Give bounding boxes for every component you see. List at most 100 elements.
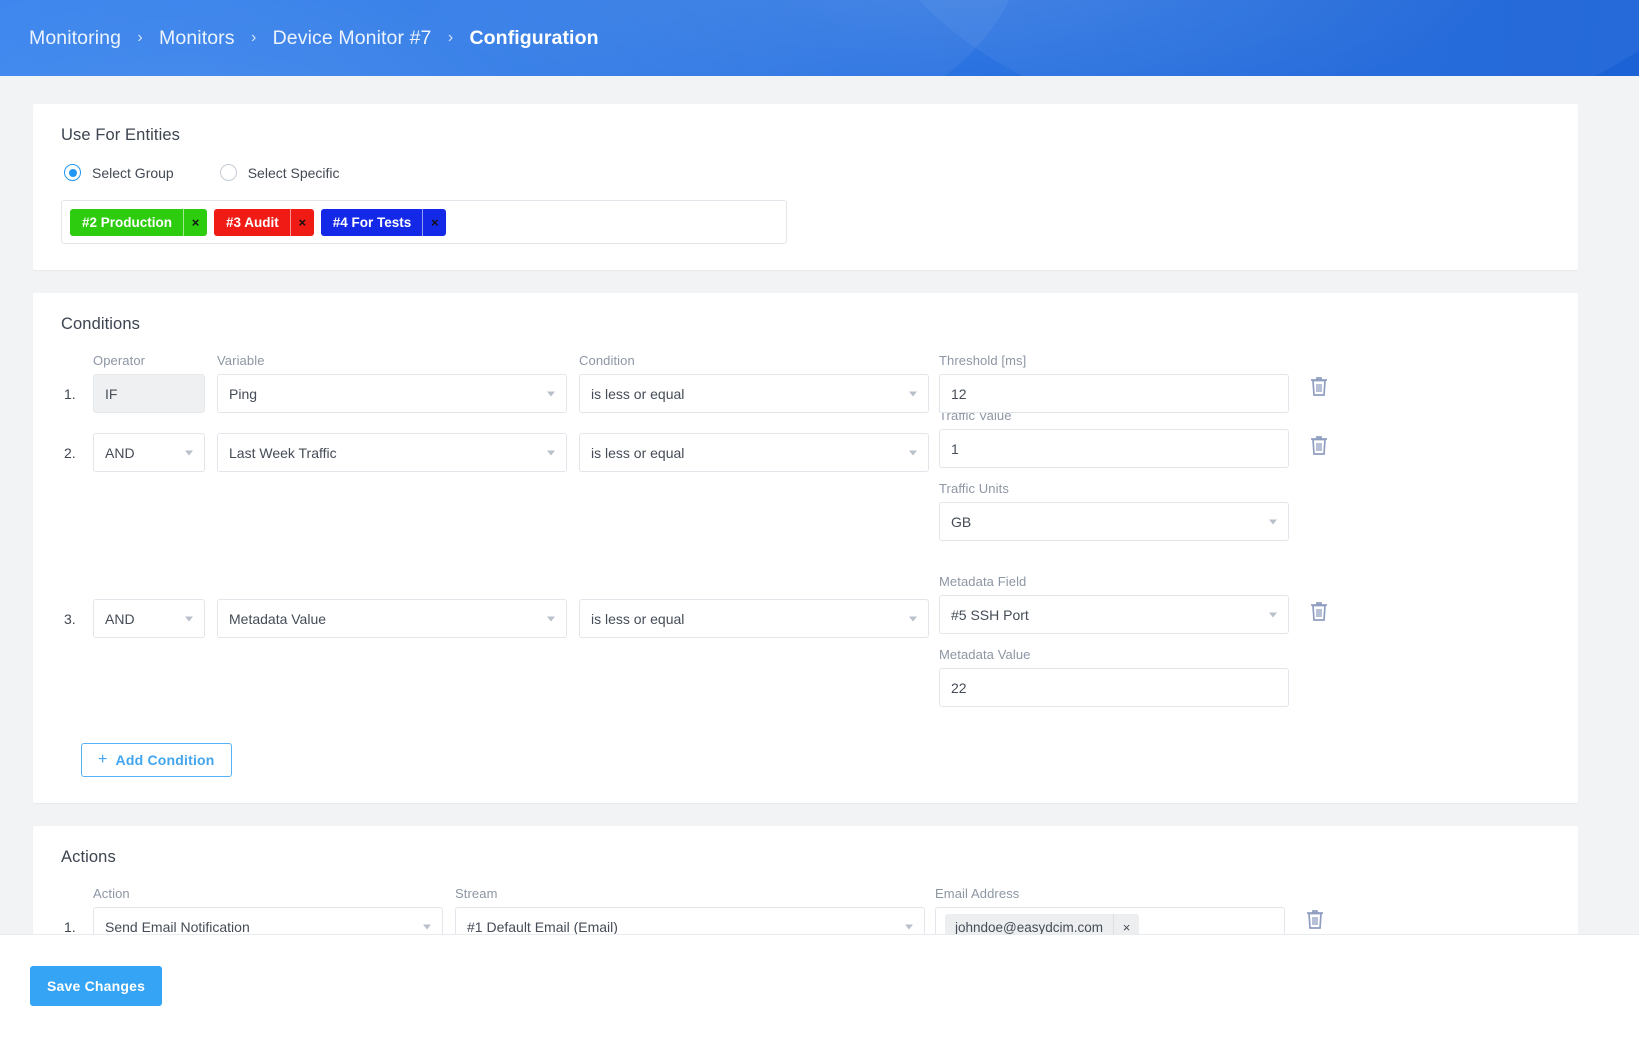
metadata-field-select[interactable]: #5 SSH Port (939, 595, 1289, 634)
label-metadata-value: Metadata Value (939, 647, 1031, 662)
delete-condition-icon[interactable] (1307, 377, 1331, 402)
condition-select-1[interactable]: is less or equal (579, 374, 929, 413)
breadcrumb-item-device-monitor[interactable]: Device Monitor #7 (273, 27, 432, 50)
variable-select-2[interactable]: Last Week Traffic (217, 433, 567, 472)
metadata-value-input[interactable]: 22 (939, 668, 1289, 707)
add-condition-button[interactable]: + Add Condition (81, 743, 232, 777)
conditions-title: Conditions (61, 315, 140, 333)
row-index: 3. (64, 611, 76, 627)
label-metadata-field: Metadata Field (939, 574, 1027, 589)
chevron-down-icon (909, 450, 917, 455)
top-breadcrumb-bar: Monitoring › Monitors › Device Monitor #… (0, 0, 1639, 76)
header-condition: Condition (579, 353, 635, 368)
breadcrumb-separator-icon: › (137, 29, 143, 46)
condition-select-3[interactable]: is less or equal (579, 599, 929, 638)
conditions-header-row: Operator Variable Condition Threshold [m… (61, 353, 1550, 374)
use-for-entities-title: Use For Entities (61, 126, 180, 144)
breadcrumb-item-monitoring[interactable]: Monitoring (29, 27, 121, 50)
save-bar: Save Changes (0, 934, 1639, 1043)
entity-scope-radio-group: Select Group Select Specific (61, 164, 1550, 181)
tag-for-tests[interactable]: #4 For Tests × (320, 208, 447, 236)
chevron-down-icon (185, 450, 193, 455)
radio-unselected-icon[interactable] (219, 164, 237, 181)
conditions-card: Conditions Operator Variable Condition T… (33, 293, 1578, 803)
traffic-units-select[interactable]: GB (939, 502, 1289, 541)
header-email-address: Email Address (935, 886, 1020, 901)
variable-select-3[interactable]: Metadata Value (217, 599, 567, 638)
tag-label: #2 Production (82, 214, 173, 230)
tag-remove-icon[interactable]: × (183, 208, 207, 236)
threshold-input-1[interactable]: 12 (939, 374, 1289, 413)
operator-value: AND (105, 610, 135, 627)
tag-label: #3 Audit (226, 214, 279, 230)
chevron-down-icon (905, 924, 913, 929)
page-body: Use For Entities Select Group Select Spe… (0, 76, 1639, 1043)
chevron-down-icon (185, 616, 193, 621)
action-value: Send Email Notification (105, 918, 250, 935)
tag-audit[interactable]: #3 Audit × (214, 208, 314, 236)
add-condition-label: Add Condition (115, 752, 215, 768)
tag-remove-icon[interactable]: × (289, 208, 314, 236)
condition-value: is less or equal (591, 385, 685, 402)
operator-field-1: IF (93, 374, 205, 413)
chevron-down-icon (1269, 519, 1277, 524)
row-index: 1. (64, 919, 76, 935)
breadcrumb-separator-icon: › (447, 29, 454, 46)
condition-row-1: 1. IF Ping is less or equal 12 (61, 374, 1550, 413)
radio-select-specific[interactable]: Select Specific (219, 164, 340, 181)
threshold-value: 12 (951, 385, 967, 402)
row-index: 1. (64, 386, 76, 402)
header-action: Action (93, 886, 130, 901)
header-variable: Variable (217, 353, 265, 368)
variable-value: Metadata Value (229, 610, 327, 627)
breadcrumb-separator-icon: › (250, 29, 257, 46)
traffic-value-input[interactable]: 1 (939, 429, 1289, 468)
save-changes-button[interactable]: Save Changes (30, 966, 163, 1006)
delete-action-icon[interactable] (1303, 910, 1327, 935)
radio-selected-icon[interactable] (64, 164, 81, 181)
breadcrumb: Monitoring › Monitors › Device Monitor #… (0, 0, 1639, 76)
scroll-area: Use For Entities Select Group Select Spe… (0, 104, 1609, 978)
use-for-entities-card: Use For Entities Select Group Select Spe… (33, 104, 1578, 270)
chevron-down-icon (909, 391, 917, 396)
chevron-down-icon (423, 924, 431, 929)
radio-select-group-label: Select Group (92, 164, 174, 181)
traffic-units-value: GB (951, 513, 972, 530)
metadata-field-value: #5 SSH Port (951, 606, 1029, 623)
operator-select-2[interactable]: AND (93, 433, 205, 472)
operator-select-3[interactable]: AND (93, 599, 205, 638)
chevron-down-icon (909, 616, 917, 621)
tag-label: #4 For Tests (332, 214, 412, 230)
variable-value: Last Week Traffic (229, 444, 337, 461)
chevron-down-icon (547, 391, 555, 396)
breadcrumb-item-configuration: Configuration (469, 26, 599, 49)
variable-select-1[interactable]: Ping (217, 374, 567, 413)
header-stream: Stream (455, 886, 498, 901)
operator-value: IF (105, 385, 118, 402)
tag-remove-icon[interactable]: × (422, 208, 446, 236)
row-index: 2. (64, 445, 76, 461)
plus-icon: + (98, 751, 108, 768)
tag-production[interactable]: #2 Production × (70, 208, 208, 236)
delete-condition-icon[interactable] (1307, 436, 1331, 461)
chevron-down-icon (547, 450, 555, 455)
condition-row-2: 2. AND Last Week Traffic is less or equa… (61, 408, 1550, 541)
variable-value: Ping (229, 385, 258, 402)
condition-row-3: 3. AND Metadata Value is less or equal M… (61, 574, 1550, 707)
scroll-gutter (1609, 76, 1639, 936)
delete-condition-icon[interactable] (1307, 602, 1331, 627)
chevron-down-icon (1269, 612, 1277, 617)
entity-group-tag-input[interactable]: #2 Production × #3 Audit × #4 For Tests … (61, 200, 787, 244)
condition-select-2[interactable]: is less or equal (579, 433, 929, 472)
actions-title: Actions (61, 848, 116, 866)
breadcrumb-item-monitors[interactable]: Monitors (159, 27, 235, 50)
metadata-value: 22 (951, 679, 967, 696)
operator-value: AND (105, 444, 135, 461)
radio-select-group[interactable]: Select Group (64, 164, 174, 181)
actions-header-row: Action Stream Email Address (61, 886, 1550, 907)
header-operator: Operator (93, 353, 146, 368)
traffic-value: 1 (951, 440, 959, 457)
label-traffic-units: Traffic Units (939, 481, 1009, 496)
condition-value: is less or equal (591, 610, 685, 627)
header-extra-1: Threshold [ms] (939, 353, 1027, 368)
